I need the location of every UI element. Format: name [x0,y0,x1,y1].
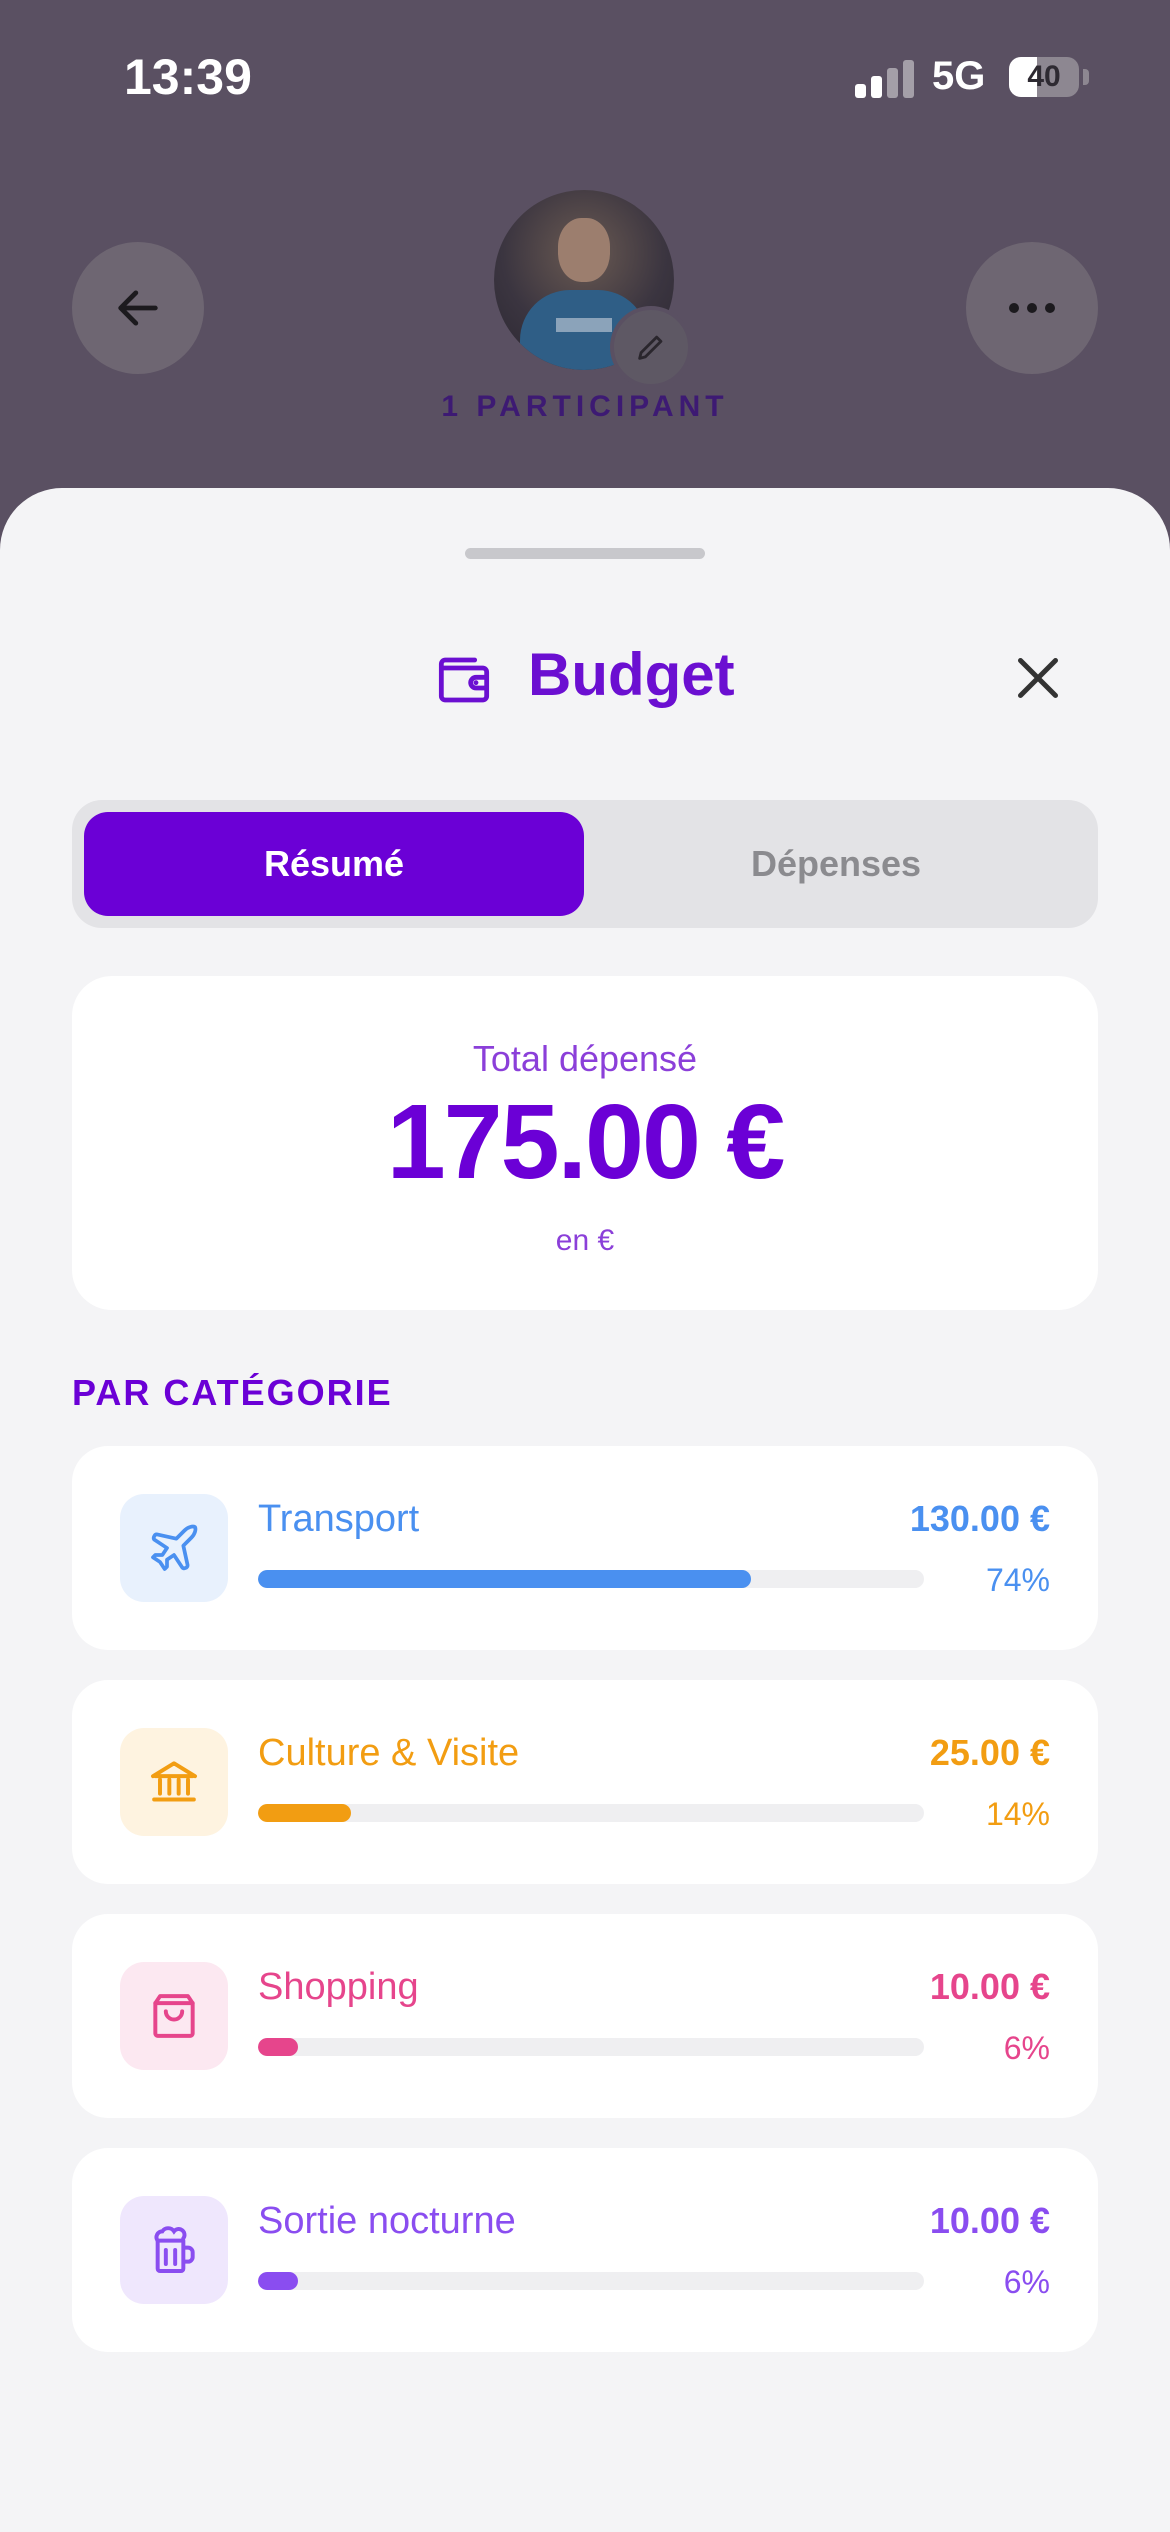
category-amount: 10.00 € [929,2200,1050,2241]
section-title: PAR CATÉGORIE [72,1372,393,1413]
airplane-icon [120,1494,228,1602]
tab-resume[interactable]: Résumé [84,812,584,916]
category-progress-fill [258,1804,352,1822]
category-name: Sortie nocturne [258,2200,516,2242]
total-card: Total dépensé 175.00 € en € [72,976,1098,1310]
category-card-nightlife[interactable]: Sortie nocturne 10.00 € 6% [72,2148,1098,2352]
edit-avatar-button[interactable] [610,306,692,388]
battery-icon: 40 [1009,57,1079,97]
network-type: 5G [932,54,986,98]
category-amount: 130.00 € [909,1498,1050,1539]
ellipsis-icon [1009,303,1055,313]
beer-mug-icon [120,2196,228,2304]
battery-tip [1083,69,1089,85]
category-percent: 74% [985,1562,1050,1598]
back-button[interactable] [72,242,204,374]
status-time: 13:39 [124,49,252,105]
category-progress-track [258,2038,924,2056]
category-percent: 6% [1003,2030,1050,2066]
pencil-icon [638,335,663,360]
more-options-button[interactable] [966,242,1098,374]
close-button[interactable] [1008,648,1068,708]
view-segmented-control: Résumé Dépenses [72,800,1098,928]
category-amount: 25.00 € [929,1732,1050,1773]
status-bar: 13:39 5G 40 [0,0,1170,150]
category-percent: 6% [1003,2264,1050,2300]
total-value: 175.00 € [386,1083,786,1201]
category-card-shopping[interactable]: Shopping 10.00 € 6% [72,1914,1098,2118]
museum-icon [120,1728,228,1836]
budget-sheet: Budget Résumé Dépenses Total dépensé 175… [0,488,1170,2532]
total-unit: en € [555,1224,615,1257]
category-progress-track [258,1570,924,1588]
arrow-left-icon [118,290,158,326]
category-name: Shopping [258,1966,419,2008]
category-progress-track [258,2272,924,2290]
category-progress-fill [258,2272,298,2290]
category-card-culture[interactable]: Culture & Visite 25.00 € 14% [72,1680,1098,1884]
category-amount: 10.00 € [929,1966,1050,2007]
sheet-drag-handle[interactable] [465,548,705,559]
category-percent: 14% [985,1796,1050,1832]
sheet-title: Budget [528,641,735,708]
sheet-header: Budget [0,638,1170,718]
signal-icon [855,58,915,98]
total-label: Total dépensé [472,1038,698,1079]
wallet-icon [438,657,490,703]
battery-level: 40 [1027,60,1061,93]
category-name: Culture & Visite [258,1732,520,1774]
category-progress-fill [258,2038,298,2056]
category-progress-fill [258,1570,751,1588]
category-name: Transport [258,1498,420,1540]
category-progress-track [258,1804,924,1822]
shopping-bag-icon [120,1962,228,2070]
participants-count: 1 PARTICIPANT [441,390,729,423]
tab-depenses[interactable]: Dépenses [586,812,1086,916]
category-card-transport[interactable]: Transport 130.00 € 74% [72,1446,1098,1650]
